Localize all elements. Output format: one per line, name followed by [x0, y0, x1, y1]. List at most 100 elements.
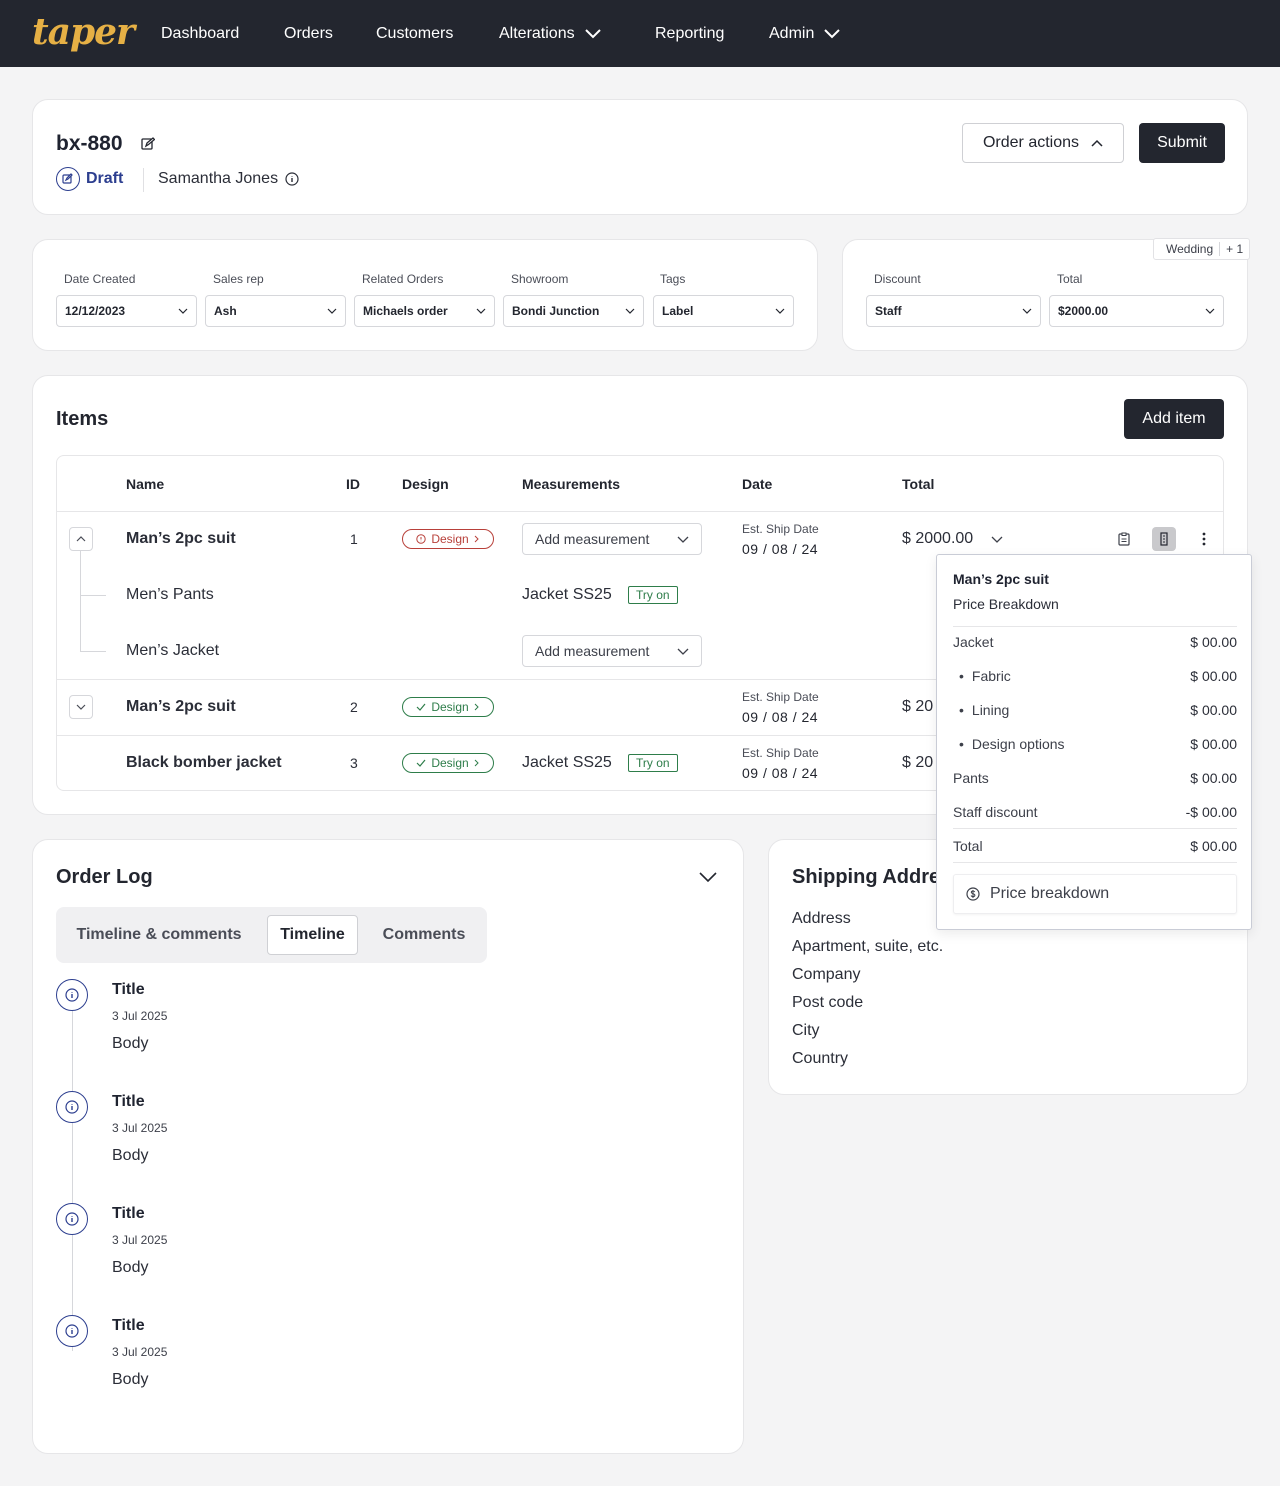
sales-rep-label: Sales rep [213, 272, 264, 286]
timeline-entry-date: 3 Jul 2025 [112, 1345, 168, 1359]
design-status-pill[interactable]: Design [402, 697, 494, 717]
header-id: ID [346, 476, 360, 492]
chevron-down-icon [677, 648, 689, 655]
submit-button[interactable]: Submit [1139, 123, 1225, 163]
item-name[interactable]: Man’s 2pc suit [126, 530, 236, 548]
check-icon [416, 759, 426, 767]
info-icon [56, 1203, 88, 1235]
nav-dashboard[interactable]: Dashboard [161, 0, 239, 67]
company-line: Company [792, 966, 861, 983]
header-total: Total [902, 476, 935, 492]
total-label: Total [1057, 272, 1083, 286]
showroom-select[interactable]: Bondi Junction [503, 295, 644, 327]
items-title: Items [56, 408, 109, 430]
measurement-name[interactable]: Jacket SS25 [522, 754, 612, 772]
order-header-card: bx-880 Draft Samantha Jones Order action… [32, 99, 1248, 215]
try-on-badge: Try on [628, 754, 678, 772]
receipt-icon[interactable] [1152, 527, 1176, 551]
chevron-down-icon [178, 308, 188, 314]
post-code-line: Post code [792, 994, 864, 1011]
tags-select[interactable]: Label [653, 295, 794, 327]
address-line: Address [792, 910, 851, 927]
sub-item-name[interactable]: Men’s Pants [126, 586, 214, 604]
customer-name[interactable]: Samantha Jones [158, 170, 299, 188]
chevron-down-icon[interactable] [699, 872, 717, 883]
order-id: bx-880 [56, 132, 123, 155]
divider [143, 168, 144, 192]
timeline-entry-date: 3 Jul 2025 [112, 1121, 168, 1135]
tab-comments[interactable]: Comments [372, 915, 476, 955]
item-total[interactable]: $ 20 [902, 698, 933, 716]
discount-select[interactable]: Staff [866, 295, 1041, 327]
measurement-name[interactable]: Jacket SS25 [522, 586, 612, 604]
clipboard-icon[interactable] [1118, 532, 1130, 546]
nav-customers[interactable]: Customers [376, 0, 453, 67]
popover-subtitle: Price Breakdown [953, 596, 1059, 612]
price-row-design-options: Design options$ 00.00 [953, 727, 1237, 761]
add-measurement-select[interactable]: Add measurement [522, 523, 702, 555]
header-design: Design [402, 476, 449, 492]
tag-chip[interactable]: Wedding + 1 [1153, 238, 1251, 260]
chevron-up-icon [76, 536, 86, 542]
item-total[interactable]: $ 20 [902, 754, 933, 772]
tab-timeline-comments[interactable]: Timeline & comments [68, 915, 250, 955]
timeline-entry-date: 3 Jul 2025 [112, 1233, 168, 1247]
chevron-down-icon [991, 536, 1003, 543]
more-vertical-icon[interactable] [1202, 531, 1206, 547]
date-created-label: Date Created [64, 272, 136, 286]
edit-icon[interactable] [141, 137, 155, 151]
sales-rep-select[interactable]: Ash [205, 295, 346, 327]
item-name[interactable]: Man’s 2pc suit [126, 698, 236, 716]
item-total[interactable]: $ 2000.00 [902, 530, 1003, 548]
item-name[interactable]: Black bomber jacket [126, 754, 282, 772]
popover-title: Man’s 2pc suit [953, 571, 1049, 587]
order-log-title: Order Log [56, 866, 153, 888]
taper-logo[interactable]: taper [32, 12, 135, 52]
order-details-card: Date Created 12/12/2023 Sales rep Ash Re… [32, 239, 818, 351]
info-icon[interactable] [285, 172, 299, 186]
price-row-total: Total $ 00.00 [953, 838, 1237, 854]
design-status-pill[interactable]: Design [402, 753, 494, 773]
timeline-entry-body: Body [112, 1259, 149, 1276]
chevron-up-icon [1091, 139, 1103, 147]
chevron-right-icon [474, 535, 479, 543]
nav-orders[interactable]: Orders [284, 0, 333, 67]
ship-date-label: Est. Ship Date [742, 746, 819, 760]
header-date: Date [742, 476, 773, 492]
tree-connector [80, 651, 106, 652]
ship-date-label: Est. Ship Date [742, 522, 819, 536]
total-select[interactable]: $2000.00 [1049, 295, 1224, 327]
date-created-select[interactable]: 12/12/2023 [56, 295, 197, 327]
price-row-fabric: Fabric$ 00.00 [953, 659, 1237, 693]
nav-admin[interactable]: Admin [769, 0, 841, 67]
nav-alterations[interactable]: Alterations [499, 0, 601, 67]
item-id: 3 [350, 755, 358, 771]
chevron-down-icon [824, 28, 841, 38]
divider [953, 862, 1237, 863]
timeline-entry-title: Title [112, 1317, 145, 1334]
info-icon [56, 1315, 88, 1347]
add-measurement-select[interactable]: Add measurement [522, 635, 702, 667]
timeline-entry-body: Body [112, 1371, 149, 1388]
collapse-row-toggle[interactable] [69, 527, 93, 551]
timeline-entry-body: Body [112, 1035, 149, 1052]
nav-reporting[interactable]: Reporting [655, 0, 724, 67]
related-orders-select[interactable]: Michaels order [354, 295, 495, 327]
chevron-right-icon [474, 759, 479, 767]
header-measurements: Measurements [522, 476, 621, 492]
sub-item-name[interactable]: Men’s Jacket [126, 642, 219, 660]
chevron-down-icon [1205, 308, 1215, 314]
timeline-entry-body: Body [112, 1147, 149, 1164]
ship-date-label: Est. Ship Date [742, 690, 819, 704]
add-item-button[interactable]: Add item [1124, 399, 1224, 439]
price-row-jacket: Jacket $ 00.00 [953, 634, 1237, 650]
apartment-line: Apartment, suite, etc. [792, 938, 944, 955]
tab-timeline[interactable]: Timeline [267, 915, 358, 955]
expand-row-toggle[interactable] [69, 695, 93, 719]
tag-more-count: + 1 [1226, 242, 1244, 256]
status-badge: Draft [56, 167, 123, 191]
design-status-pill[interactable]: Design [402, 529, 494, 549]
order-actions-button[interactable]: Order actions [962, 123, 1124, 163]
header-name: Name [126, 476, 165, 492]
price-breakdown-button[interactable]: Price breakdown [953, 874, 1237, 914]
